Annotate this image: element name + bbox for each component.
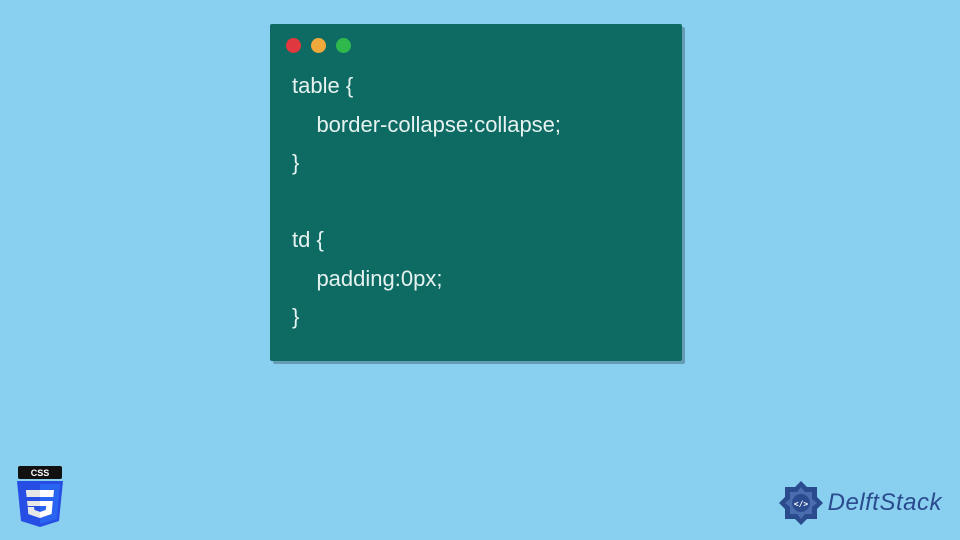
css-badge-label: CSS bbox=[31, 468, 50, 478]
css3-badge-icon: CSS bbox=[14, 466, 66, 528]
code-line: padding:0px; bbox=[292, 266, 442, 291]
code-line: border-collapse:collapse; bbox=[292, 112, 561, 137]
brand-name: DelftStack bbox=[828, 489, 942, 517]
code-line: table { bbox=[292, 73, 353, 98]
brand-logo: </> DelftStack bbox=[778, 480, 942, 526]
maximize-icon bbox=[336, 38, 351, 53]
code-window: table { border-collapse:collapse; } td {… bbox=[270, 24, 682, 361]
delftstack-icon: </> bbox=[778, 480, 824, 526]
window-titlebar bbox=[270, 24, 682, 61]
svg-text:</>: </> bbox=[793, 500, 808, 509]
code-line: } bbox=[292, 150, 299, 175]
code-line: } bbox=[292, 304, 299, 329]
minimize-icon bbox=[311, 38, 326, 53]
close-icon bbox=[286, 38, 301, 53]
code-line: td { bbox=[292, 227, 324, 252]
code-block: table { border-collapse:collapse; } td {… bbox=[270, 61, 682, 343]
